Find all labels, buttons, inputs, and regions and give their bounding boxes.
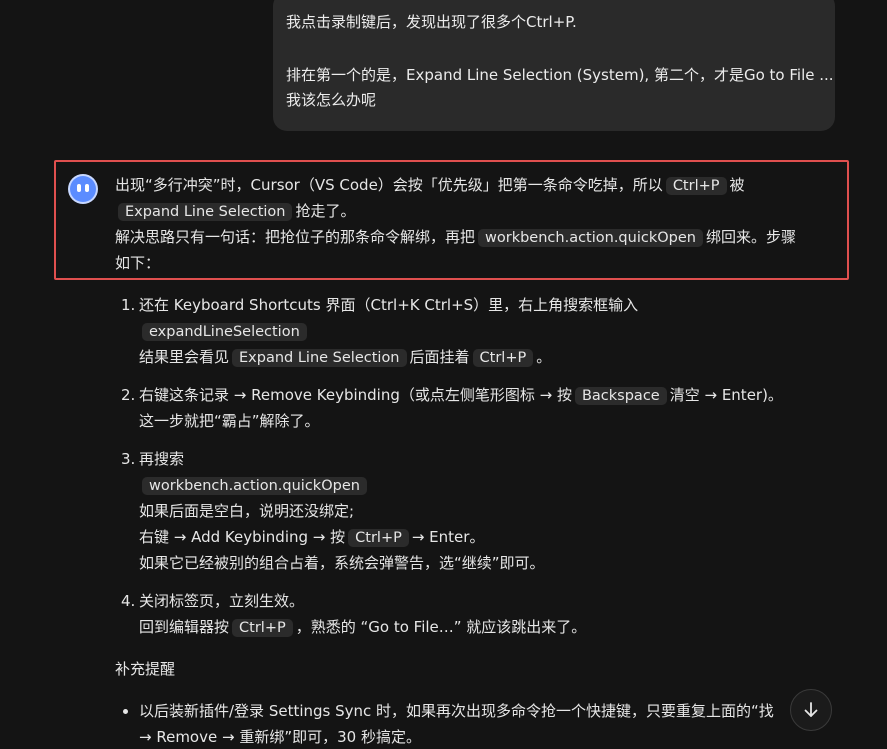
user-message-bubble: 我点击录制键后，发现出现了很多个Ctrl+P. 排在第一个的是，Expand L… (273, 0, 835, 131)
assistant-avatar-icon (68, 174, 98, 204)
step-4-line-1: 关闭标签页，立刻生效。 (139, 592, 305, 610)
step-2-line-1: 右键这条记录 → Remove Keybinding（或点左侧笔形图标 → 按B… (139, 386, 783, 405)
step-2-line-2: 这一步就把“霸占”解除了。 (139, 412, 320, 430)
step-3-line-3: 如果后面是空白，说明还没绑定; (139, 502, 355, 520)
step-3-line-5: 如果它已经被别的组合占着，系统会弹警告，选“继续”即可。 (139, 554, 545, 572)
inline-code: Expand Line Selection (232, 349, 407, 367)
step-4-line-2: 回到编辑器按 Ctrl+P ，熟悉的 “Go to File…” 就应该跳出来了。 (139, 618, 587, 637)
scroll-to-bottom-button[interactable] (790, 689, 832, 731)
supplement-title: 补充提醒 (115, 660, 176, 678)
step-1-line-1: 还在 Keyboard Shortcuts 界面（Ctrl+K Ctrl+S）里… (139, 296, 639, 314)
intro-line-2: Expand Line Selection 抢走了。 (115, 201, 356, 222)
inline-code: Ctrl+P (348, 529, 409, 547)
step-1-line-2: expandLineSelection (139, 321, 310, 342)
intro-line-1: 出现“多行冲突”时，Cursor（VS Code）会按「优先级」把第一条命令吃掉… (115, 176, 745, 195)
step-3-line-1: 再搜索 (139, 450, 185, 468)
inline-code: workbench.action.quickOpen (142, 477, 367, 495)
inline-code: Expand Line Selection (118, 203, 293, 221)
step-number: 2. (121, 386, 136, 404)
step-1-line-3: 结果里会看见 Expand Line Selection 后面挂着 Ctrl+P。 (139, 348, 552, 367)
user-message-line: 我点击录制键后，发现出现了很多个Ctrl+P. (286, 13, 577, 31)
intro-line-4: 如下： (115, 254, 161, 272)
inline-code: workbench.action.quickOpen (478, 229, 703, 247)
step-number: 3. (121, 450, 136, 468)
user-message-line: 排在第一个的是，Expand Line Selection (System), … (286, 66, 834, 84)
step-number: 1. (121, 296, 136, 314)
bullet-dot (123, 709, 128, 714)
inline-code: Ctrl+P (665, 177, 727, 195)
inline-code: Ctrl+P (472, 349, 534, 367)
inline-code: expandLineSelection (142, 323, 307, 341)
bullet-line-1: 以后装新插件/登录 Settings Sync 时，如果再次出现多命令抢一个快捷… (139, 702, 774, 720)
step-3-line-4: 右键 → Add Keybinding → 按 Ctrl+P → Enter。 (139, 528, 485, 547)
step-number: 4. (121, 592, 136, 610)
intro-line-3: 解决思路只有一句话：把抢位子的那条命令解绑，再把 workbench.action… (115, 228, 796, 247)
user-message-line: 我该怎么办呢 (286, 91, 377, 109)
inline-code: Ctrl+P (232, 619, 293, 637)
step-3-line-2: workbench.action.quickOpen (139, 475, 370, 496)
arrow-down-icon (804, 702, 818, 717)
inline-code: Backspace (574, 387, 667, 405)
bullet-line-2: → Remove → 重新绑”即可，30 秒搞定。 (139, 728, 421, 746)
